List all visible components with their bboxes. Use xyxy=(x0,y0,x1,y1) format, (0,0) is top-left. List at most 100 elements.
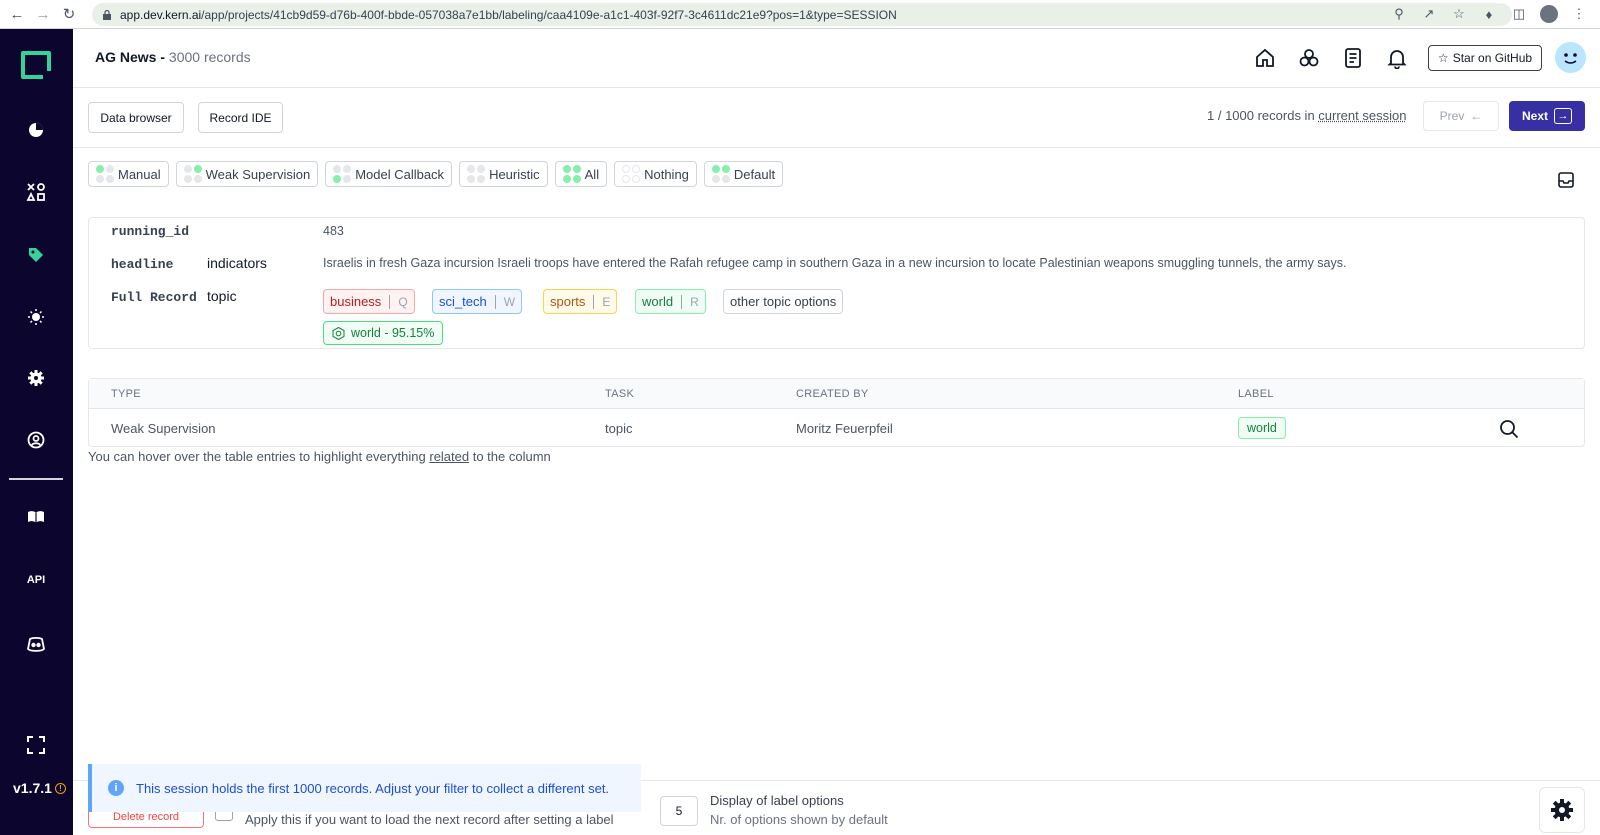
filter-chip-nothing[interactable]: Nothing xyxy=(614,161,697,187)
th-task: TASK xyxy=(605,388,635,400)
user-circle-icon[interactable] xyxy=(26,430,46,450)
label-option-business[interactable]: business Q xyxy=(323,289,415,314)
label-name: business xyxy=(330,294,382,309)
version-text: v1.7.1 xyxy=(13,780,52,796)
label-option-sci-tech[interactable]: sci_tech W xyxy=(432,289,523,314)
options-count-input[interactable]: 5 xyxy=(660,796,698,826)
filter-chip-weak-supervision[interactable]: Weak Supervision xyxy=(175,161,319,187)
source-dots-icon xyxy=(333,165,352,183)
user-avatar[interactable] xyxy=(1555,42,1586,73)
cell-created-by[interactable]: Moritz Feuerpfeil xyxy=(796,421,893,436)
url-path: /app/projects/41cb9d59-d76b-400f-bbde-05… xyxy=(201,7,897,22)
label-option-world[interactable]: world R xyxy=(635,289,706,314)
th-created-by: CREATED BY xyxy=(796,388,869,400)
auto-next-description: Apply this if you want to load the next … xyxy=(245,812,614,827)
version-label[interactable]: v1.7.1 ! xyxy=(13,780,66,796)
hint-before: You can hover over the table entries to … xyxy=(88,449,430,464)
sidepanel-icon[interactable]: ◫ xyxy=(1510,5,1528,23)
settings-button[interactable] xyxy=(1539,787,1585,833)
source-dots-icon xyxy=(183,165,202,183)
zoom-icon[interactable]: ⚲ xyxy=(1390,5,1408,23)
label-name: sports xyxy=(550,294,586,309)
star-icon: ☆ xyxy=(1437,51,1449,65)
label-hotkey: R xyxy=(681,294,699,309)
toast-message: This session holds the first 1000 record… xyxy=(136,780,610,796)
browser-toolbar: ← → ↻ app.dev.kern.ai/app/projects/41cb9… xyxy=(0,0,1600,29)
page-header: AG News - 3000 records ☆ Star on GitHub xyxy=(73,29,1600,88)
running-id-value: 483 xyxy=(323,224,344,238)
lightbulb-icon[interactable] xyxy=(26,307,46,327)
star-on-github-button[interactable]: ☆ Star on GitHub xyxy=(1428,45,1542,71)
home-icon[interactable] xyxy=(1253,46,1277,70)
bell-icon[interactable] xyxy=(1385,46,1409,70)
filter-chip-manual[interactable]: Manual xyxy=(88,161,169,187)
project-name: AG News - xyxy=(95,49,169,65)
forward-icon[interactable]: → xyxy=(34,5,52,23)
shapes-icon[interactable] xyxy=(26,182,46,202)
prev-button[interactable]: Prev ← xyxy=(1423,101,1499,131)
table-header: TYPE TASK CREATED BY LABEL xyxy=(89,379,1584,409)
record-ide-button[interactable]: Record IDE xyxy=(198,102,283,133)
weak-supervision-result[interactable]: world - 95.15% xyxy=(323,321,444,345)
filter-chip-all[interactable]: All xyxy=(554,161,608,187)
users-icon[interactable] xyxy=(1297,46,1321,70)
headline-indicators: indicators xyxy=(207,255,267,271)
filter-chip-label: Manual xyxy=(118,166,161,182)
project-record-count: 3000 records xyxy=(168,49,251,65)
source-filter-row: Manual Weak Supervision Model Callback Heur… xyxy=(88,161,784,187)
cell-task[interactable]: topic xyxy=(605,421,632,436)
source-dots-icon xyxy=(562,165,581,183)
discord-icon[interactable] xyxy=(26,635,46,655)
arrow-left-icon: ← xyxy=(1470,109,1483,123)
tag-icon[interactable] xyxy=(26,245,46,265)
share-icon[interactable]: ↗ xyxy=(1420,5,1438,23)
display-options-title: Display of label options xyxy=(710,793,844,808)
data-browser-button[interactable]: Data browser xyxy=(88,102,184,133)
api-icon[interactable]: API xyxy=(24,570,48,590)
cell-label-tag[interactable]: world xyxy=(1238,417,1286,439)
search-icon[interactable] xyxy=(1499,419,1519,439)
filter-chip-default[interactable]: Default xyxy=(703,161,784,187)
fullscreen-icon[interactable] xyxy=(26,735,46,755)
browser-profile-avatar[interactable] xyxy=(1540,5,1558,23)
pie-chart-icon[interactable] xyxy=(26,120,46,140)
headline-value: Israelis in fresh Gaza incursion Israeli… xyxy=(323,256,1347,270)
filter-chip-label: Default xyxy=(733,166,776,182)
book-icon[interactable] xyxy=(26,507,46,527)
source-dots-icon xyxy=(622,165,641,183)
other-topic-options-button[interactable]: other topic options xyxy=(723,289,844,314)
filter-chip-label: Heuristic xyxy=(489,166,540,182)
back-icon[interactable]: ← xyxy=(8,5,26,23)
label-option-sports[interactable]: sports E xyxy=(543,289,618,314)
th-type: TYPE xyxy=(111,388,141,400)
cell-type[interactable]: Weak Supervision xyxy=(111,421,216,436)
filter-chip-label: Nothing xyxy=(644,166,689,182)
source-dots-icon xyxy=(467,165,486,183)
labeling-toolbar: Data browser Record IDE 1 / 1000 records… xyxy=(73,88,1600,148)
filter-chip-heuristic[interactable]: Heuristic xyxy=(459,161,548,187)
browser-menu-icon[interactable]: ⋮ xyxy=(1570,5,1588,23)
star-on-github-label: Star on GitHub xyxy=(1452,51,1533,65)
save-settings-icon[interactable] xyxy=(1557,171,1575,189)
kern-logo[interactable] xyxy=(21,51,51,79)
hint-after: to the column xyxy=(469,449,551,464)
hover-hint: You can hover over the table entries to … xyxy=(88,449,551,464)
reload-icon[interactable]: ↻ xyxy=(60,5,78,23)
running-id-key: running_id xyxy=(111,224,190,239)
extensions-icon[interactable]: ♦ xyxy=(1480,5,1498,23)
label-hotkey: Q xyxy=(389,294,408,309)
filter-chip-model-callback[interactable]: Model Callback xyxy=(325,161,453,187)
current-session-link[interactable]: current session xyxy=(1318,108,1406,123)
bookmark-star-icon[interactable]: ☆ xyxy=(1450,5,1468,23)
document-icon[interactable] xyxy=(1341,46,1365,70)
info-icon: i xyxy=(108,780,124,796)
hint-link[interactable]: related xyxy=(429,449,469,464)
label-name: sci_tech xyxy=(439,294,487,309)
next-button[interactable]: Next → xyxy=(1509,101,1585,131)
full-record-key: Full Record xyxy=(111,290,197,305)
arrow-right-icon: → xyxy=(1554,108,1572,124)
gear-icon[interactable] xyxy=(26,368,46,388)
address-bar[interactable]: app.dev.kern.ai/app/projects/41cb9d59-d7… xyxy=(92,3,1512,26)
filter-chip-label: All xyxy=(584,166,600,182)
label-hotkey: W xyxy=(494,294,515,309)
